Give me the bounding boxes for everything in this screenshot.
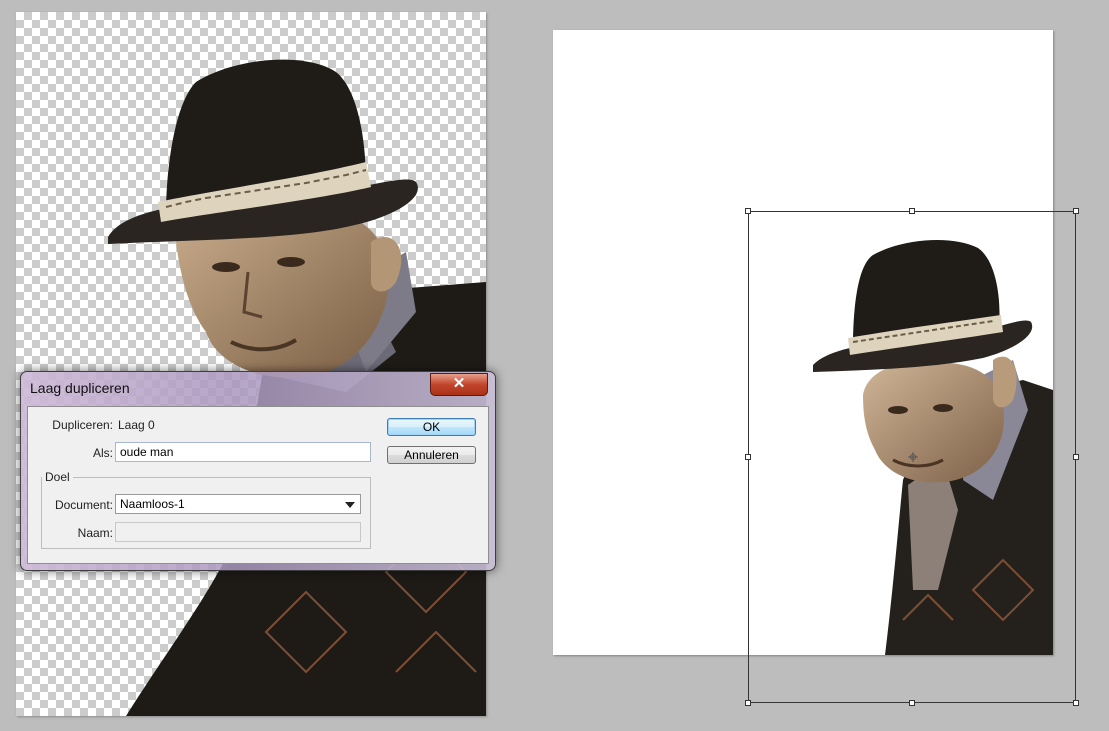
name-label: Naam: xyxy=(77,526,113,540)
dialog-body: Dupliceren: Laag 0 Als: oude man Doel Do… xyxy=(27,406,489,564)
transform-handle-top[interactable] xyxy=(909,208,915,214)
transform-handle-right[interactable] xyxy=(1073,454,1079,460)
transform-handle-bottom-right[interactable] xyxy=(1073,700,1079,706)
transform-handle-bottom[interactable] xyxy=(909,700,915,706)
name-input xyxy=(115,522,361,542)
close-icon: ✕ xyxy=(452,375,466,392)
transform-handle-bottom-left[interactable] xyxy=(745,700,751,706)
old-man-photo-left xyxy=(108,59,486,716)
document-select[interactable]: Naamloos-1 xyxy=(115,494,361,514)
ok-button[interactable]: OK xyxy=(387,418,476,436)
transform-handle-top-left[interactable] xyxy=(745,208,751,214)
duplicate-label: Dupliceren: xyxy=(52,418,113,432)
duplicate-layer-dialog: Laag dupliceren ✕ Dupliceren: Laag 0 Als… xyxy=(20,371,496,571)
cancel-button[interactable]: Annuleren xyxy=(387,446,476,464)
crosshair-icon[interactable] xyxy=(908,452,918,462)
close-button[interactable]: ✕ xyxy=(430,373,488,396)
transform-handle-top-right[interactable] xyxy=(1073,208,1079,214)
dialog-title: Laag dupliceren xyxy=(30,380,130,396)
duplicate-value: Laag 0 xyxy=(118,418,155,432)
left-document-canvas[interactable] xyxy=(16,12,486,716)
transform-handle-left[interactable] xyxy=(745,454,751,460)
document-select-value: Naamloos-1 xyxy=(120,497,185,511)
chevron-down-icon xyxy=(345,502,355,508)
document-label: Document: xyxy=(54,498,113,512)
as-label: Als: xyxy=(92,446,113,460)
as-input[interactable]: oude man xyxy=(115,442,371,462)
destination-group-label: Doel xyxy=(42,470,73,484)
